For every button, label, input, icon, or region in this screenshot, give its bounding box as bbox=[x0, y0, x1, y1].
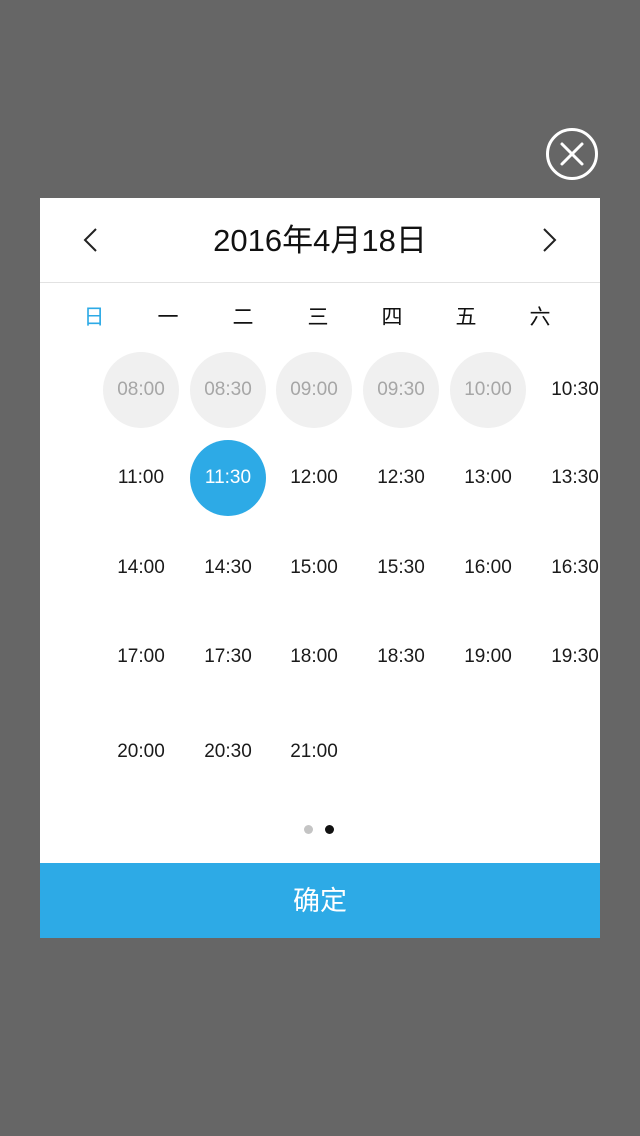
time-slot[interactable]: 14:30 bbox=[190, 530, 266, 606]
chevron-right-icon bbox=[543, 228, 557, 252]
time-slot: 08:00 bbox=[103, 352, 179, 428]
time-slot: 10:00 bbox=[450, 352, 526, 428]
page-title: 2016年4月18日 bbox=[213, 223, 427, 258]
time-slot[interactable]: 15:00 bbox=[276, 530, 352, 606]
time-slot[interactable]: 14:00 bbox=[103, 530, 179, 606]
time-slot: 08:30 bbox=[190, 352, 266, 428]
time-slot[interactable]: 21:00 bbox=[276, 714, 352, 790]
weekday-tab[interactable]: 二 bbox=[213, 302, 273, 334]
date-time-picker-dialog: 2016年4月18日 日一二三四五六 08:00 08:30 09:00 09:30 1… bbox=[40, 198, 600, 938]
weekday-tab[interactable]: 四 bbox=[362, 302, 422, 334]
time-slot[interactable]: 16:00 bbox=[450, 530, 526, 606]
time-slot[interactable]: 11:30 bbox=[190, 440, 266, 516]
time-slot[interactable]: 18:00 bbox=[276, 619, 352, 695]
time-slot[interactable]: 20:30 bbox=[190, 714, 266, 790]
time-slot[interactable]: 16:30 bbox=[537, 530, 613, 606]
time-slot[interactable]: 19:30 bbox=[537, 619, 613, 695]
time-slot[interactable]: 10:30 bbox=[537, 352, 613, 428]
prev-date-button[interactable] bbox=[74, 222, 110, 258]
time-slot[interactable]: 20:00 bbox=[103, 714, 179, 790]
time-slot[interactable]: 18:30 bbox=[363, 619, 439, 695]
weekday-tab[interactable]: 三 bbox=[288, 302, 348, 334]
chevron-left-icon bbox=[83, 228, 97, 252]
time-slot[interactable]: 11:00 bbox=[103, 440, 179, 516]
time-slot[interactable]: 12:30 bbox=[363, 440, 439, 516]
close-button[interactable] bbox=[546, 128, 598, 180]
page-dot[interactable] bbox=[304, 825, 313, 834]
time-slot[interactable]: 17:00 bbox=[103, 619, 179, 695]
weekday-tab[interactable]: 五 bbox=[436, 302, 496, 334]
next-date-button[interactable] bbox=[530, 222, 566, 258]
page-dot[interactable] bbox=[325, 825, 334, 834]
time-slot[interactable]: 19:00 bbox=[450, 619, 526, 695]
weekday-tab[interactable]: 六 bbox=[510, 302, 570, 334]
time-slot[interactable]: 13:30 bbox=[537, 440, 613, 516]
time-slot[interactable]: 15:30 bbox=[363, 530, 439, 606]
confirm-button[interactable]: 确定 bbox=[40, 863, 600, 938]
time-slot: 09:00 bbox=[276, 352, 352, 428]
time-slot[interactable]: 12:00 bbox=[276, 440, 352, 516]
time-slot[interactable]: 13:00 bbox=[450, 440, 526, 516]
close-icon bbox=[560, 142, 584, 166]
weekday-tab[interactable]: 日 bbox=[64, 302, 124, 334]
time-slot[interactable]: 17:30 bbox=[190, 619, 266, 695]
time-slot: 09:30 bbox=[363, 352, 439, 428]
dialog-header: 2016年4月18日 bbox=[40, 198, 600, 283]
weekday-tab[interactable]: 一 bbox=[138, 302, 198, 334]
